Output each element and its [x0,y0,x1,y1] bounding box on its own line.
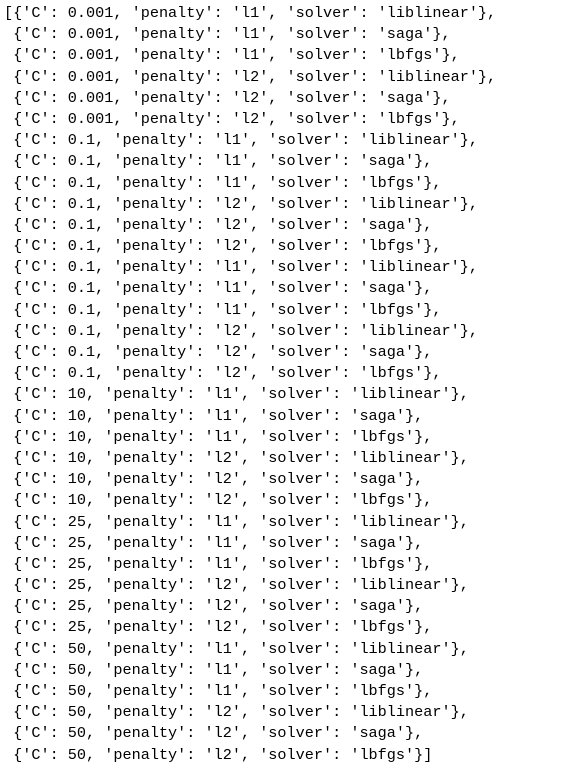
output-line: {'C': 0.1, 'penalty': 'l1', 'solver': 'l… [4,300,442,319]
output-line: {'C': 50, 'penalty': 'l1', 'solver': 'sa… [4,660,424,679]
output-line: {'C': 10, 'penalty': 'l1', 'solver': 'lb… [4,427,433,446]
output-line: {'C': 50, 'penalty': 'l2', 'solver': 'lb… [4,745,433,764]
output-line: [{'C': 0.001, 'penalty': 'l1', 'solver':… [4,4,497,22]
output-line: {'C': 50, 'penalty': 'l2', 'solver': 'li… [4,703,469,722]
output-line: {'C': 25, 'penalty': 'l2', 'solver': 'sa… [4,597,424,616]
output-line: {'C': 25, 'penalty': 'l2', 'solver': 'li… [4,576,469,595]
output-line: {'C': 10, 'penalty': 'l2', 'solver': 'li… [4,448,469,467]
output-line: {'C': 0.001, 'penalty': 'l1', 'solver': … [4,46,460,65]
output-line: {'C': 0.001, 'penalty': 'l1', 'solver': … [4,25,451,44]
output-line: {'C': 10, 'penalty': 'l1', 'solver': 'li… [4,385,469,404]
output-line: {'C': 10, 'penalty': 'l1', 'solver': 'sa… [4,406,424,425]
output-line: {'C': 25, 'penalty': 'l1', 'solver': 'li… [4,512,469,531]
output-line: {'C': 25, 'penalty': 'l1', 'solver': 'sa… [4,533,424,552]
output-line: {'C': 50, 'penalty': 'l2', 'solver': 'sa… [4,724,424,743]
output-line: {'C': 0.001, 'penalty': 'l2', 'solver': … [4,67,497,86]
output-line: {'C': 50, 'penalty': 'l1', 'solver': 'lb… [4,682,433,700]
output-line: {'C': 0.1, 'penalty': 'l1', 'solver': 'l… [4,258,478,277]
output-line: {'C': 10, 'penalty': 'l2', 'solver': 'sa… [4,470,424,489]
output-line: {'C': 10, 'penalty': 'l2', 'solver': 'lb… [4,491,433,510]
output-line: {'C': 0.1, 'penalty': 'l1', 'solver': 'l… [4,131,478,150]
output-line: {'C': 0.1, 'penalty': 'l2', 'solver': 'l… [4,364,442,383]
output-line: {'C': 0.1, 'penalty': 'l1', 'solver': 'l… [4,173,442,192]
output-line: {'C': 25, 'penalty': 'l2', 'solver': 'lb… [4,618,433,637]
output-line: {'C': 0.1, 'penalty': 'l2', 'solver': 's… [4,215,433,234]
output-line: {'C': 0.001, 'penalty': 'l2', 'solver': … [4,109,460,128]
output-line: {'C': 25, 'penalty': 'l1', 'solver': 'lb… [4,554,433,573]
output-line: {'C': 0.1, 'penalty': 'l2', 'solver': 'l… [4,237,442,256]
output-line: {'C': 0.1, 'penalty': 'l1', 'solver': 's… [4,152,433,171]
output-line: {'C': 0.1, 'penalty': 'l2', 'solver': 'l… [4,321,478,340]
output-line: {'C': 0.1, 'penalty': 'l1', 'solver': 's… [4,279,433,298]
output-line: {'C': 0.1, 'penalty': 'l2', 'solver': 'l… [4,194,478,213]
output-line: {'C': 50, 'penalty': 'l1', 'solver': 'li… [4,639,469,658]
output-area: [{'C': 0.001, 'penalty': 'l1', 'solver':… [0,0,571,773]
output-line: {'C': 0.1, 'penalty': 'l2', 'solver': 's… [4,343,433,361]
output-line: {'C': 0.001, 'penalty': 'l2', 'solver': … [4,88,451,107]
code-output: [{'C': 0.001, 'penalty': 'l1', 'solver':… [4,3,496,766]
